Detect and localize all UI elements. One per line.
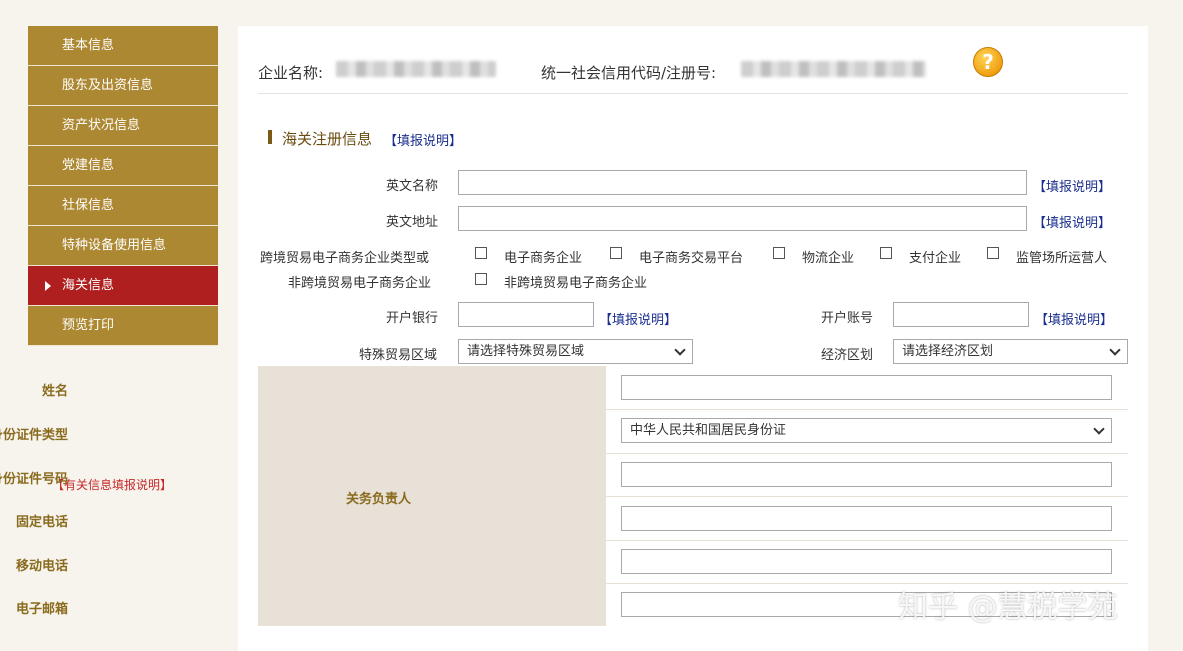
sidebar-item-label: 海关信息 <box>62 278 115 293</box>
company-name-label: 企业名称: <box>258 64 324 82</box>
watermark-text: 知乎 @慧税学苑 <box>898 590 1118 625</box>
option-label: 支付企业 <box>909 251 962 266</box>
main-panel: 企业名称: 统一社会信用代码/注册号: ? 海关注册信息 【填报说明】 英文名称… <box>0 26 1148 651</box>
bank-help-link[interactable]: 【填报说明】 <box>599 309 677 328</box>
sidebar-item-social-security[interactable]: 社保信息 <box>28 186 218 226</box>
account-input[interactable] <box>893 302 1029 327</box>
chevron-down-icon <box>1093 423 1105 435</box>
chevron-down-icon <box>674 344 686 356</box>
english-name-label: 英文名称 <box>386 179 439 194</box>
sidebar-item-label: 资产状况信息 <box>62 118 141 133</box>
id-type-select[interactable]: 中华人民共和国居民身份证 <box>621 418 1112 443</box>
section-title: 海关注册信息 <box>282 130 373 148</box>
sidebar-item-label: 特种设备使用信息 <box>62 238 167 253</box>
option-label: 电子商务交易平台 <box>639 251 744 266</box>
phone-input[interactable] <box>621 506 1112 531</box>
option-label: 电子商务企业 <box>504 251 583 266</box>
ecommerce-enterprise-checkbox[interactable] <box>475 247 487 259</box>
sidebar-item-label: 股东及出资信息 <box>62 78 154 93</box>
filling-instructions-link[interactable]: 【有关信息填报说明】 <box>52 476 172 493</box>
sidebar-item-party[interactable]: 党建信息 <box>28 146 218 186</box>
sidebar-item-assets[interactable]: 资产状况信息 <box>28 106 218 146</box>
phone-label: 固定电话 <box>15 515 68 530</box>
sidebar-item-label: 基本信息 <box>62 38 115 53</box>
sidebar-item-label: 预览打印 <box>62 318 115 333</box>
english-name-help-link[interactable]: 【填报说明】 <box>1033 176 1111 195</box>
row-divider <box>606 540 1128 541</box>
sidebar-item-preview-print[interactable]: 预览打印 <box>28 306 218 346</box>
credit-code-value-redacted <box>741 61 926 77</box>
special-zone-select[interactable]: 请选择特殊贸易区域 <box>458 339 693 364</box>
ecommerce-platform-checkbox[interactable] <box>610 247 622 259</box>
english-name-input[interactable] <box>458 170 1027 195</box>
email-label: 电子邮箱 <box>15 602 68 617</box>
mobile-input[interactable] <box>621 549 1112 574</box>
english-address-help-link[interactable]: 【填报说明】 <box>1033 212 1111 231</box>
bank-input[interactable] <box>458 302 594 327</box>
id-number-label: 身份证件号码 <box>0 472 68 487</box>
sidebar: 基本信息 股东及出资信息 资产状况信息 党建信息 社保信息 特种设备使用信息 海… <box>28 26 218 346</box>
option-label: 非跨境贸易电子商务企业 <box>504 276 648 291</box>
non-ecommerce-label: 非跨境贸易电子商务企业 <box>288 276 432 291</box>
sidebar-item-customs[interactable]: 海关信息 <box>28 266 218 306</box>
mobile-label: 移动电话 <box>15 559 68 574</box>
logistics-enterprise-checkbox[interactable] <box>773 247 785 259</box>
special-zone-label: 特殊贸易区域 <box>359 348 438 363</box>
economic-zone-value: 请选择经济区划 <box>902 344 994 359</box>
row-divider <box>606 496 1128 497</box>
economic-zone-select[interactable]: 请选择经济区划 <box>893 339 1128 364</box>
chevron-down-icon <box>1109 344 1121 356</box>
sidebar-item-shareholders[interactable]: 股东及出资信息 <box>28 66 218 106</box>
supervision-operator-checkbox[interactable] <box>987 247 999 259</box>
id-type-label: 身份证件类型 <box>0 428 68 443</box>
credit-code-label: 统一社会信用代码/注册号: <box>541 64 717 82</box>
customs-contact-group-label: 关务负责人 <box>346 492 412 507</box>
account-label: 开户账号 <box>821 311 874 326</box>
id-type-value: 中华人民共和国居民身份证 <box>630 423 787 438</box>
table-label-column: 关务负责人 姓名 身份证件类型 身份证件号码 固定电话 移动电话 电子邮箱 <box>0 366 606 626</box>
section-help-link[interactable]: 【填报说明】 <box>384 130 462 149</box>
sidebar-item-label: 社保信息 <box>62 198 115 213</box>
contact-name-input[interactable] <box>621 375 1112 400</box>
payment-enterprise-checkbox[interactable] <box>880 247 892 259</box>
company-name-value-redacted <box>336 61 496 77</box>
sidebar-item-label: 党建信息 <box>62 158 115 173</box>
non-ecommerce-checkbox[interactable] <box>475 273 487 285</box>
name-label: 姓名 <box>41 384 68 399</box>
question-icon[interactable]: ? <box>973 47 1003 77</box>
english-address-input[interactable] <box>458 206 1027 231</box>
account-help-link[interactable]: 【填报说明】 <box>1035 309 1113 328</box>
ecommerce-type-label: 跨境贸易电子商务企业类型或 <box>260 251 430 266</box>
english-address-label: 英文地址 <box>386 215 439 230</box>
option-label: 物流企业 <box>802 251 855 266</box>
special-zone-value: 请选择特殊贸易区域 <box>467 344 585 359</box>
economic-zone-label: 经济区划 <box>821 348 874 363</box>
sidebar-item-basic-info[interactable]: 基本信息 <box>28 26 218 66</box>
row-divider <box>606 409 1128 410</box>
bank-label: 开户银行 <box>386 311 439 326</box>
id-number-input[interactable] <box>621 462 1112 487</box>
section-marker <box>268 130 272 144</box>
divider <box>258 93 1128 94</box>
option-label: 监管场所运营人 <box>1016 251 1108 266</box>
sidebar-item-special-equipment[interactable]: 特种设备使用信息 <box>28 226 218 266</box>
caret-right-icon <box>45 281 51 291</box>
row-divider <box>606 453 1128 454</box>
